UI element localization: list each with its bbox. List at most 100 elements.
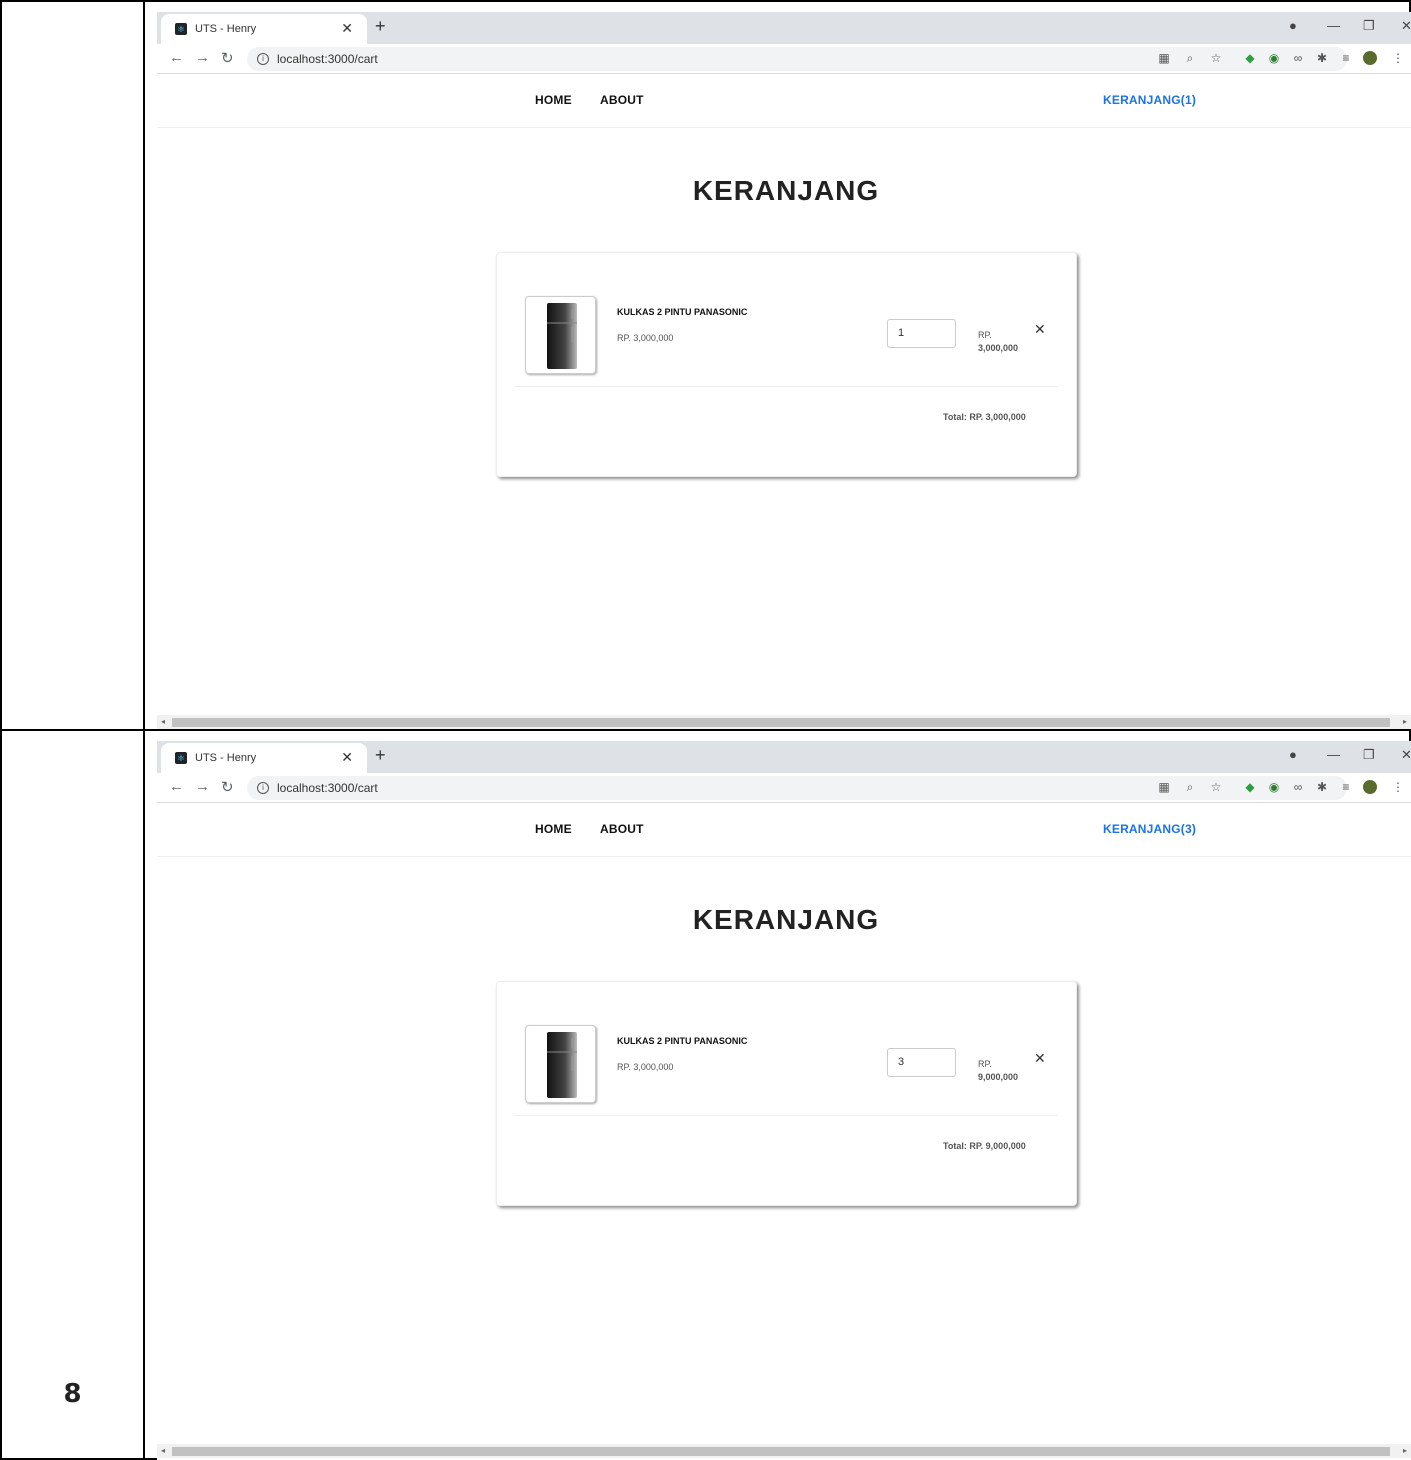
- product-image: [525, 1025, 596, 1103]
- column-divider: [143, 2, 145, 729]
- browser-tab[interactable]: ⚛ UTS - Henry ✕: [161, 743, 367, 773]
- site-navbar: HOME ABOUT KERANJANG(3): [157, 804, 1411, 857]
- scrollbar-thumb[interactable]: [172, 1447, 1390, 1456]
- browser-screenshot: ⚛ UTS - Henry ✕ + ● — ❐ ✕ ← → ↻ i localh…: [157, 12, 1411, 731]
- quantity-input[interactable]: 3: [887, 1048, 956, 1077]
- avatar-icon[interactable]: [1363, 780, 1377, 794]
- react-logo-icon: ⚛: [175, 752, 187, 764]
- line-currency: RP.: [978, 330, 992, 340]
- reload-icon[interactable]: ↻: [221, 778, 234, 796]
- address-bar[interactable]: i localhost:3000/cart: [247, 47, 1347, 71]
- nav-cart[interactable]: KERANJANG(1): [1103, 93, 1196, 107]
- info-icon[interactable]: i: [257, 782, 269, 794]
- divider: [515, 1115, 1058, 1116]
- browser-toolbar: ← → ↻ i localhost:3000/cart ▦ ⌕ ☆ ◆ ◉ ∞ …: [157, 44, 1411, 74]
- browser-screenshot: ⚛ UTS - Henry ✕ + ● — ❐ ✕ ← → ↻ i localh…: [157, 741, 1411, 1460]
- line-total: 9,000,000: [978, 1072, 1019, 1082]
- back-icon[interactable]: ←: [169, 778, 184, 795]
- page-title: KERANJANG: [692, 904, 880, 935]
- product-price: RP. 3,000,000: [617, 1062, 674, 1072]
- reload-icon[interactable]: ↻: [221, 49, 234, 67]
- forward-icon[interactable]: →: [195, 49, 210, 66]
- row-number: 8: [63, 1379, 82, 1409]
- profile-circle-icon[interactable]: ●: [1289, 18, 1297, 33]
- info-icon[interactable]: i: [257, 53, 269, 65]
- column-divider: [143, 731, 145, 1458]
- extension-globe-icon[interactable]: ◉: [1267, 780, 1281, 794]
- zoom-icon[interactable]: ⌕: [1183, 780, 1197, 794]
- zoom-icon[interactable]: ⌕: [1183, 51, 1197, 65]
- new-tab-icon[interactable]: +: [375, 745, 386, 766]
- menu-kebab-icon[interactable]: ⋮: [1391, 51, 1405, 65]
- address-bar[interactable]: i localhost:3000/cart: [247, 776, 1347, 800]
- quantity-input[interactable]: 1: [887, 319, 956, 348]
- nav-about[interactable]: ABOUT: [600, 822, 644, 836]
- scroll-right-icon[interactable]: ▸: [1403, 717, 1407, 726]
- web-page: HOME ABOUT KERANJANG(3) KERANJANG KULKAS…: [157, 804, 1411, 1444]
- nav-home[interactable]: HOME: [535, 822, 572, 836]
- star-icon[interactable]: ☆: [1209, 51, 1223, 65]
- extensions-puzzle-icon[interactable]: ✱: [1315, 780, 1329, 794]
- window-close-icon[interactable]: ✕: [1401, 747, 1411, 763]
- extensions-puzzle-icon[interactable]: ✱: [1315, 51, 1329, 65]
- product-price: RP. 3,000,000: [617, 333, 674, 343]
- browser-toolbar: ← → ↻ i localhost:3000/cart ▦ ⌕ ☆ ◆ ◉ ∞ …: [157, 773, 1411, 803]
- document-table: ⚛ UTS - Henry ✕ + ● — ❐ ✕ ← → ↻ i localh…: [0, 0, 1411, 1460]
- nav-about[interactable]: ABOUT: [600, 93, 644, 107]
- product-name: KULKAS 2 PINTU PANASONIC: [617, 1036, 748, 1046]
- horizontal-scrollbar[interactable]: ◂ ▸: [157, 715, 1411, 729]
- profile-circle-icon[interactable]: ●: [1289, 747, 1297, 762]
- minimize-icon[interactable]: —: [1327, 747, 1340, 762]
- page-title: KERANJANG: [692, 175, 880, 206]
- tab-close-icon[interactable]: ✕: [341, 20, 353, 37]
- tab-strip: ⚛ UTS - Henry ✕ + ● — ❐ ✕: [157, 12, 1411, 44]
- react-logo-icon: ⚛: [175, 23, 187, 35]
- menu-kebab-icon[interactable]: ⋮: [1391, 780, 1405, 794]
- tab-strip: ⚛ UTS - Henry ✕ + ● — ❐ ✕: [157, 741, 1411, 773]
- restore-icon[interactable]: ❐: [1363, 18, 1375, 34]
- nav-home[interactable]: HOME: [535, 93, 572, 107]
- extension-link-icon[interactable]: ∞: [1291, 51, 1305, 65]
- scroll-left-icon[interactable]: ◂: [161, 1446, 165, 1455]
- line-currency: RP.: [978, 1059, 992, 1069]
- restore-icon[interactable]: ❐: [1363, 747, 1375, 763]
- forward-icon[interactable]: →: [195, 778, 210, 795]
- url-text: localhost:3000/cart: [277, 781, 378, 795]
- product-image: [525, 296, 596, 374]
- product-name: KULKAS 2 PINTU PANASONIC: [617, 307, 748, 317]
- translate-icon[interactable]: ▦: [1157, 51, 1171, 65]
- scrollbar-thumb[interactable]: [172, 718, 1390, 727]
- remove-item-icon[interactable]: ✕: [1034, 321, 1046, 338]
- scroll-left-icon[interactable]: ◂: [161, 717, 165, 726]
- table-row: 8 ⚛ UTS - Henry ✕ + ● — ❐ ✕ ← → ↻ i loca…: [0, 729, 1411, 1460]
- translate-icon[interactable]: ▦: [1157, 780, 1171, 794]
- remove-item-icon[interactable]: ✕: [1034, 1050, 1046, 1067]
- minimize-icon[interactable]: —: [1327, 18, 1340, 33]
- tab-title: UTS - Henry: [195, 752, 257, 764]
- site-navbar: HOME ABOUT KERANJANG(1): [157, 75, 1411, 128]
- scroll-right-icon[interactable]: ▸: [1403, 1446, 1407, 1455]
- extension-globe-icon[interactable]: ◉: [1267, 51, 1281, 65]
- tab-close-icon[interactable]: ✕: [341, 749, 353, 766]
- extension-shield-icon[interactable]: ◆: [1243, 780, 1257, 794]
- reading-list-icon[interactable]: ≡: [1339, 51, 1353, 65]
- cart-card: KULKAS 2 PINTU PANASONIC RP. 3,000,000 3…: [496, 981, 1077, 1206]
- extension-link-icon[interactable]: ∞: [1291, 780, 1305, 794]
- cart-total: Total: RP. 3,000,000: [943, 412, 1026, 422]
- line-total: 3,000,000: [978, 343, 1019, 353]
- tab-title: UTS - Henry: [195, 23, 257, 35]
- url-text: localhost:3000/cart: [277, 52, 378, 66]
- nav-cart[interactable]: KERANJANG(3): [1103, 822, 1196, 836]
- back-icon[interactable]: ←: [169, 49, 184, 66]
- table-row: ⚛ UTS - Henry ✕ + ● — ❐ ✕ ← → ↻ i localh…: [0, 0, 1411, 731]
- new-tab-icon[interactable]: +: [375, 16, 386, 37]
- reading-list-icon[interactable]: ≡: [1339, 780, 1353, 794]
- web-page: HOME ABOUT KERANJANG(1) KERANJANG KULKAS…: [157, 75, 1411, 715]
- star-icon[interactable]: ☆: [1209, 780, 1223, 794]
- extension-shield-icon[interactable]: ◆: [1243, 51, 1257, 65]
- window-close-icon[interactable]: ✕: [1401, 18, 1411, 34]
- avatar-icon[interactable]: [1363, 51, 1377, 65]
- browser-tab[interactable]: ⚛ UTS - Henry ✕: [161, 14, 367, 44]
- cart-total: Total: RP. 9,000,000: [943, 1141, 1026, 1151]
- horizontal-scrollbar[interactable]: ◂ ▸: [157, 1444, 1411, 1458]
